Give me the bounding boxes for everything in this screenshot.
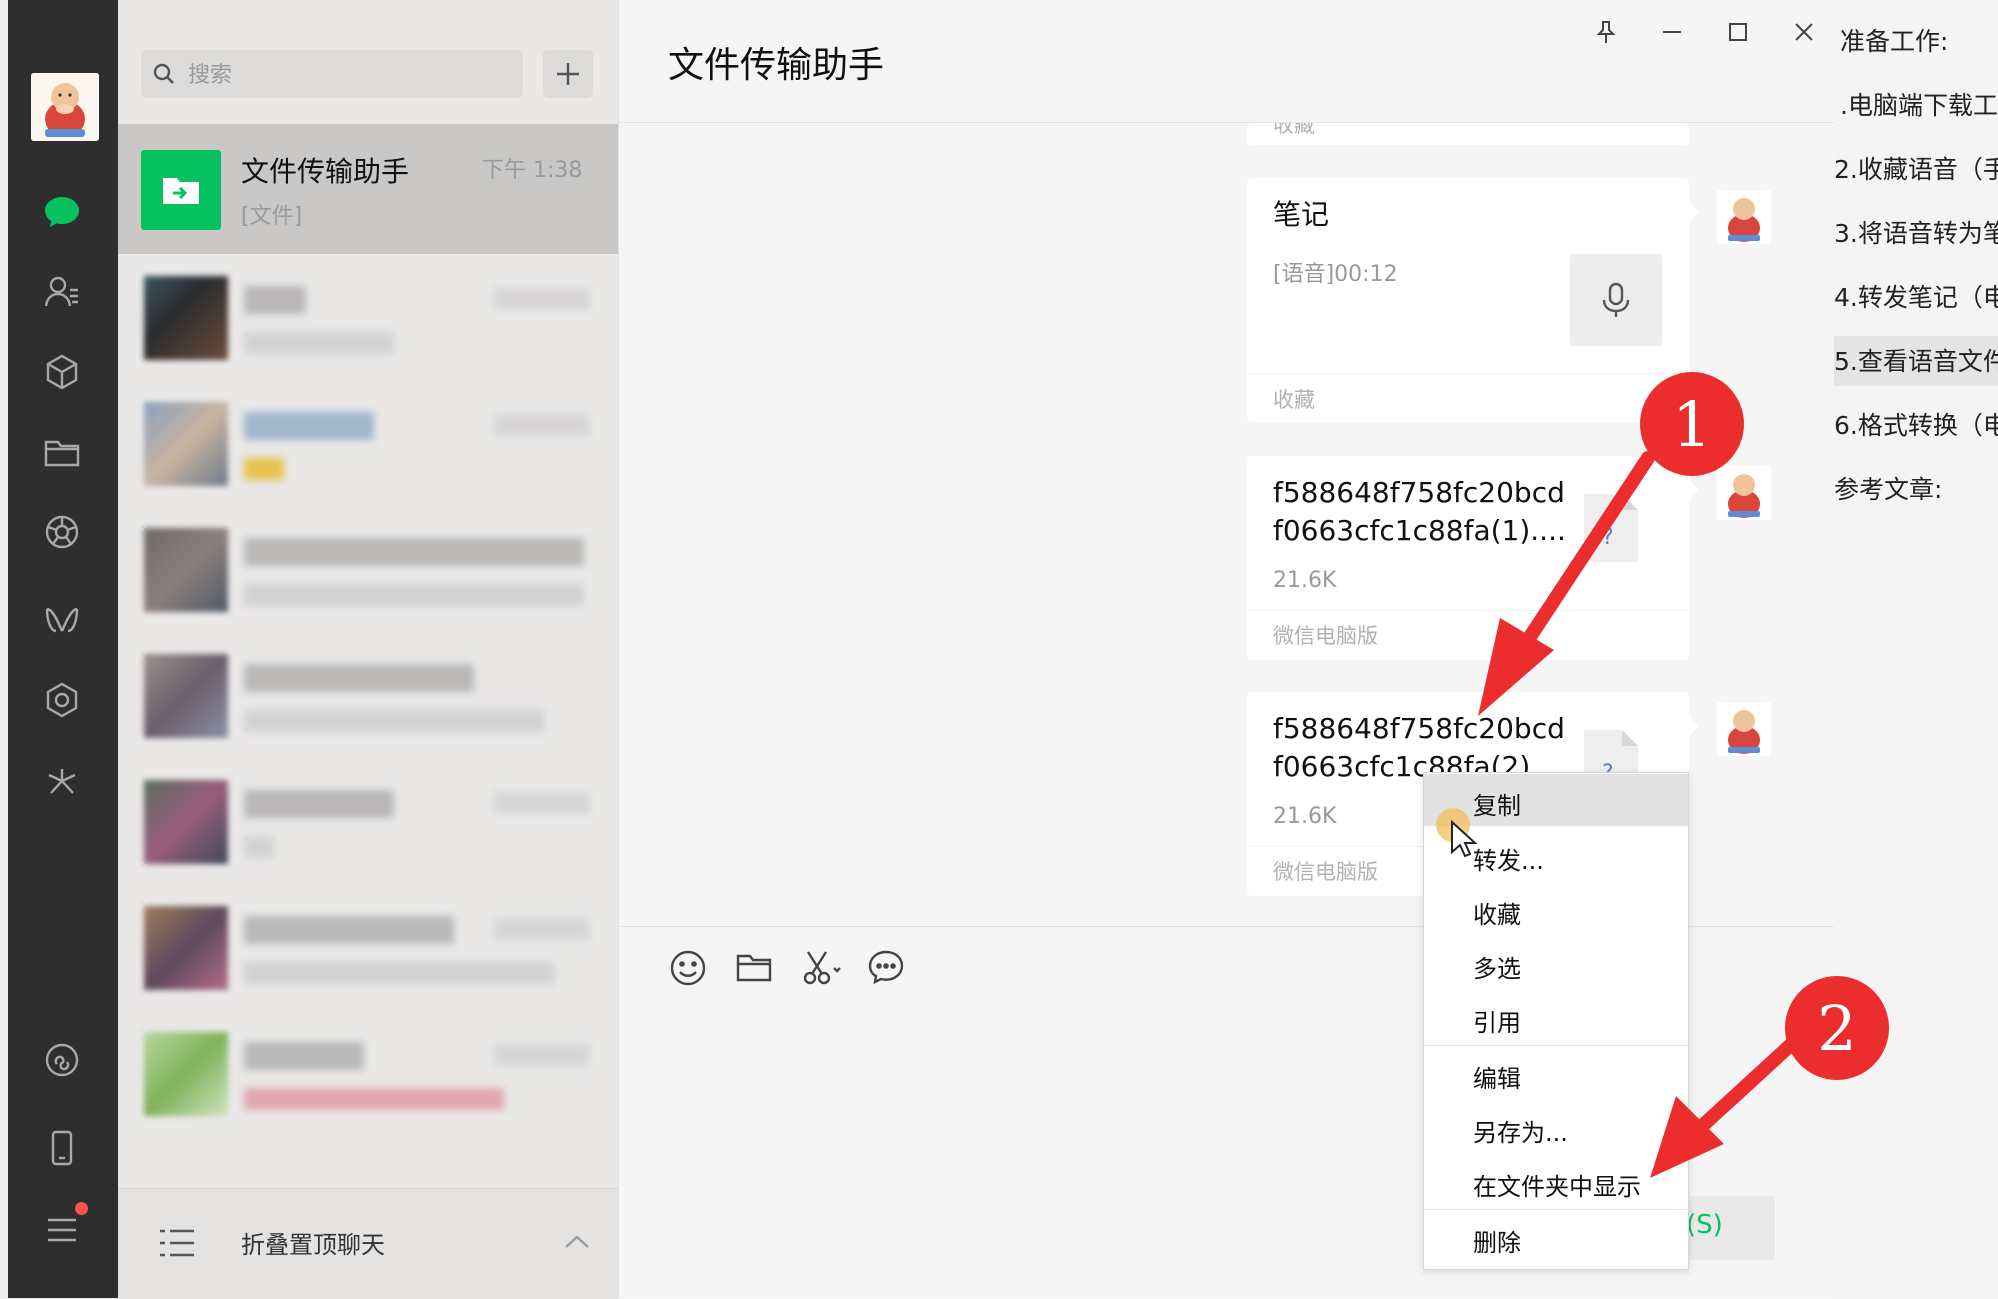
menu-item-save-as[interactable]: 另存为...	[1424, 1101, 1688, 1153]
chat-history-icon[interactable]	[864, 946, 908, 990]
message-bubble-cutoff[interactable]: 收藏	[1247, 123, 1689, 145]
plus-icon	[557, 63, 579, 85]
annotation-step-2: 2	[1785, 976, 1889, 1080]
chat-icon[interactable]	[38, 188, 86, 236]
svg-text:?: ?	[1602, 525, 1614, 550]
left-window-edge	[0, 0, 8, 1298]
collections-icon[interactable]	[38, 348, 86, 396]
doc-line: .电脑端下载工	[1840, 91, 1998, 120]
fold-pinned-bar[interactable]: 折叠置顶聊天	[118, 1188, 618, 1299]
chat-preview: [文件]	[241, 204, 303, 229]
close-icon	[1795, 23, 1813, 41]
message-footer: 微信电脑版	[1273, 624, 1378, 648]
menu-item-quote[interactable]: 引用	[1424, 991, 1688, 1043]
list-item[interactable]	[118, 380, 618, 506]
emoji-icon[interactable]	[666, 946, 710, 990]
send-label: (S)	[1686, 1210, 1723, 1240]
search-box[interactable]	[141, 50, 523, 100]
file-size: 21.6K	[1273, 804, 1337, 829]
folder-icon[interactable]	[38, 428, 86, 476]
list-item[interactable]	[118, 758, 618, 884]
document-panel	[1834, 0, 1998, 1298]
screenshot-icon[interactable]	[798, 946, 842, 990]
mini-programs-icon[interactable]	[38, 758, 86, 806]
chat-name: 文件传输助手	[241, 155, 410, 188]
message-footer: 收藏	[1273, 123, 1315, 137]
channels-icon[interactable]	[38, 596, 86, 644]
close-button[interactable]	[1784, 12, 1824, 52]
maximize-icon	[1729, 23, 1747, 41]
message-bubble-file[interactable]: f588648f758fc20bcd f0663cfc1c88fa(1)....…	[1247, 456, 1699, 660]
file-name-line1: f588648f758fc20bcd	[1273, 476, 1565, 509]
doc-line: 6.格式转换（电	[1834, 411, 1998, 440]
chat-time: 下午 1:38	[482, 158, 583, 183]
doc-line: 4.转发笔记（电	[1834, 283, 1998, 312]
list-icon	[160, 1229, 194, 1257]
annotation-step-1: 1	[1640, 372, 1744, 476]
fold-pinned-label: 折叠置顶聊天	[241, 1231, 385, 1259]
doc-line: 3.将语音转为笔	[1834, 219, 1998, 248]
voice-thumbnail	[1570, 254, 1662, 346]
chat-title: 文件传输助手	[668, 45, 885, 86]
unknown-file-icon: ?	[1584, 494, 1638, 562]
list-item[interactable]	[118, 632, 618, 758]
pin-icon	[1596, 21, 1616, 43]
doc-line: 参考文章:	[1834, 475, 1943, 504]
moments-icon[interactable]	[38, 508, 86, 556]
doc-line: 2.收藏语音（手	[1834, 155, 1998, 184]
file-name-line2: f0663cfc1c88fa(1)....	[1273, 514, 1566, 547]
list-item[interactable]	[118, 254, 618, 380]
phone-icon[interactable]	[38, 1124, 86, 1172]
search-icon	[153, 63, 174, 84]
message-bubble-note[interactable]: 笔记 [语音]00:12 收藏	[1247, 178, 1699, 422]
list-item[interactable]	[118, 1010, 618, 1136]
minimize-button[interactable]	[1652, 12, 1692, 52]
menu-item-edit[interactable]: 编辑	[1424, 1047, 1688, 1099]
menu-item-multi-select[interactable]: 多选	[1424, 937, 1688, 989]
file-transfer-icon	[141, 150, 221, 230]
send-file-icon[interactable]	[732, 946, 776, 990]
maximize-button[interactable]	[1718, 12, 1758, 52]
notification-badge	[75, 1202, 88, 1215]
sender-avatar[interactable]	[1717, 190, 1771, 244]
sender-avatar[interactable]	[1717, 702, 1771, 756]
search-discover-icon[interactable]	[38, 676, 86, 724]
contacts-icon[interactable]	[38, 268, 86, 316]
list-item[interactable]	[118, 884, 618, 1010]
file-name-line1: f588648f758fc20bcd	[1273, 712, 1565, 745]
doc-line: 准备工作:	[1840, 27, 1949, 56]
message-footer: 收藏	[1273, 388, 1315, 412]
pin-button[interactable]	[1586, 12, 1626, 52]
microphone-icon	[1602, 282, 1630, 317]
note-title: 笔记	[1273, 198, 1330, 231]
sender-avatar[interactable]	[1717, 466, 1771, 520]
file-size: 21.6K	[1273, 568, 1337, 593]
mouse-cursor-icon	[1451, 820, 1478, 858]
search-input[interactable]	[186, 50, 510, 100]
minimize-icon	[1663, 31, 1681, 33]
menu-item-delete[interactable]: 删除	[1424, 1211, 1688, 1263]
menu-item-show-in-folder[interactable]: 在文件夹中显示	[1424, 1155, 1688, 1207]
doc-line: 5.查看语音文件	[1834, 347, 1998, 376]
menu-item-favorite[interactable]: 收藏	[1424, 883, 1688, 935]
mini-program-panel-icon[interactable]	[38, 1036, 86, 1084]
user-avatar[interactable]	[31, 73, 99, 141]
list-item[interactable]	[118, 506, 618, 632]
message-footer: 微信电脑版	[1273, 860, 1378, 884]
chevron-up-icon[interactable]	[562, 1227, 592, 1257]
add-button[interactable]	[543, 50, 593, 98]
note-subtitle: [语音]00:12	[1273, 262, 1398, 287]
